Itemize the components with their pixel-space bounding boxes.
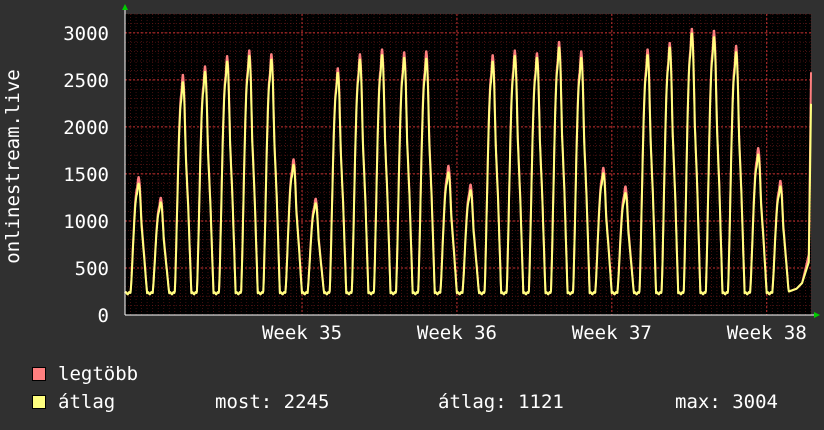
legend-label-max: legtöbb [58,363,139,385]
stat-max: max: 3004 [675,391,778,413]
x-tick-label: Week 38 [727,322,807,344]
y-tick-label: 1000 [63,211,109,233]
y-tick-label: 2500 [63,70,109,92]
legend-item-max: legtöbb [32,363,138,385]
x-tick-label: Week 36 [417,322,497,344]
y-tick-label: 3000 [63,23,109,45]
legend-label-avg: átlag [58,391,116,413]
y-axis-title: onlinestream.live [2,69,24,263]
legend-swatch-max [32,367,46,381]
stat-average: átlag: 1121 [438,391,564,413]
graph-panel: 0 500 1000 1500 2000 2500 3000 Week 35 Week 36 We… [0,0,824,430]
y-tick-label: 500 [75,258,109,280]
y-tick-label: 2000 [63,117,109,139]
y-tick-label: 1500 [63,164,109,186]
x-tick-label: Week 35 [262,322,342,344]
x-axis-arrow [814,312,820,318]
legend-item-avg: átlag [32,391,115,413]
traffic-chart: 0 500 1000 1500 2000 2500 3000 Week 35 Week 36 We… [2,4,820,344]
y-tick-label: 0 [98,305,109,327]
y-axis-arrow [122,4,128,10]
legend-swatch-avg [32,395,46,409]
stat-now: most: 2245 [215,391,330,413]
x-tick-label: Week 37 [572,322,652,344]
